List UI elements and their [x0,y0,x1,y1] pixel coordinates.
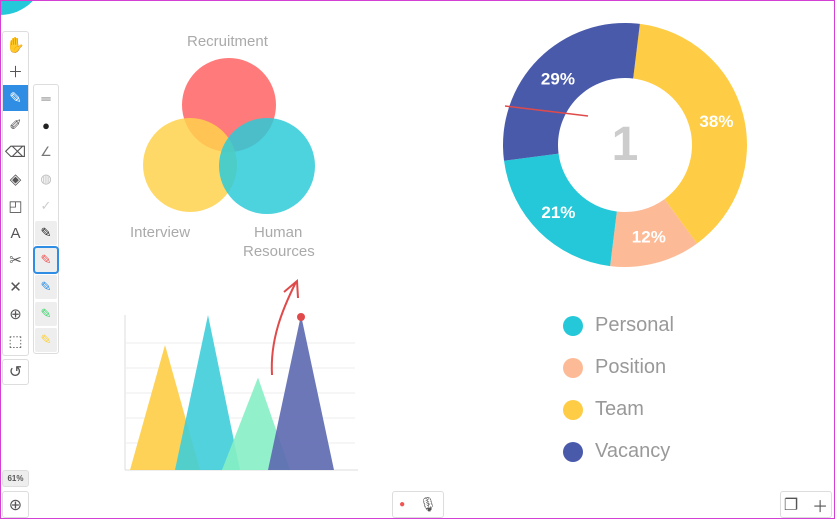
pen-palette: ═ ● ∠ ◍ ✓ ✎ ✎ ✎ ✎ ✎ [33,84,59,354]
hatch-icon[interactable]: ◍ [35,167,57,191]
corner-shape [0,0,34,15]
legend-item: Position [563,356,666,379]
zoom-level: 61% [2,470,29,487]
pen-blue[interactable]: ✎ [35,275,57,299]
venn-label-interview: Interview [130,224,191,241]
pages-icon[interactable]: ❐ [784,495,798,515]
legend-item: Team [563,398,644,421]
legend-swatch [563,315,583,336]
donut-label: 21% [541,203,575,222]
venn-label-human: Human [254,224,303,241]
check-icon[interactable]: ✓ [35,194,57,218]
dot-icon[interactable]: ● [35,113,57,137]
donut-label: 29% [541,69,575,88]
zoom-in-icon: ⊕ [8,496,23,514]
microphone-icon[interactable]: 🎙 [419,496,437,513]
donut-label: 12% [632,227,666,246]
curve-icon[interactable]: ∠ [35,140,57,164]
pen-yellow[interactable]: ✎ [35,328,57,352]
shapes-icon[interactable]: ◰ [3,193,28,219]
zoom-in-button[interactable]: ⊕ [2,491,29,518]
legend-item: Vacancy [563,440,670,463]
fill-icon[interactable]: ◈ [3,166,28,192]
legend-item: Personal [563,314,674,337]
canvas[interactable]: 38% 12% 21% 29% 1 [0,0,835,519]
add-page-icon[interactable]: ＋ [812,493,828,517]
annotation-dot [297,313,305,321]
legend-label: Vacancy [595,440,671,462]
hand-icon[interactable]: ✋ [3,32,28,58]
donut-center-label: 1 [612,118,639,171]
close-icon[interactable]: ✕ [3,274,28,300]
donut-label: 38% [699,112,733,131]
legend-label: Personal [595,314,674,336]
target-icon[interactable]: ⊕ [3,301,28,327]
venn-label-recruitment: Recruitment [187,33,268,50]
plus-icon[interactable]: ＋ [3,58,28,84]
venn-label-resources: Resources [243,243,315,260]
text-icon[interactable]: A [3,220,28,246]
venn-circle-hr [219,118,315,214]
main-toolbar: ✋ ＋ ✎ ✐ ⌫ ◈ ◰ A ✂ ✕ ⊕ ⬚ [2,31,29,356]
pen-red[interactable]: ✎ [33,246,59,274]
legend-label: Team [595,398,644,420]
legend-label: Position [595,356,667,378]
undo-button[interactable]: ↺ [2,359,29,385]
line-width-icon[interactable]: ═ [35,86,57,110]
undo-icon: ↺ [8,364,23,381]
legend-swatch [563,399,583,420]
scissors-icon[interactable]: ✂ [3,247,28,273]
pen-green[interactable]: ✎ [35,302,57,326]
media-controls: ● 🎙 [392,491,444,518]
page-controls: ❐ ＋ [780,491,832,518]
record-icon[interactable]: ● [399,499,405,510]
venn-diagram [143,58,315,214]
select-icon[interactable]: ⬚ [3,328,28,354]
legend-swatch [563,357,583,378]
highlighter-icon[interactable]: ✐ [3,112,28,138]
eraser-icon[interactable]: ⌫ [3,139,28,165]
legend-swatch [563,441,583,462]
pen-black[interactable]: ✎ [35,221,57,245]
pen-icon[interactable]: ✎ [3,85,28,111]
